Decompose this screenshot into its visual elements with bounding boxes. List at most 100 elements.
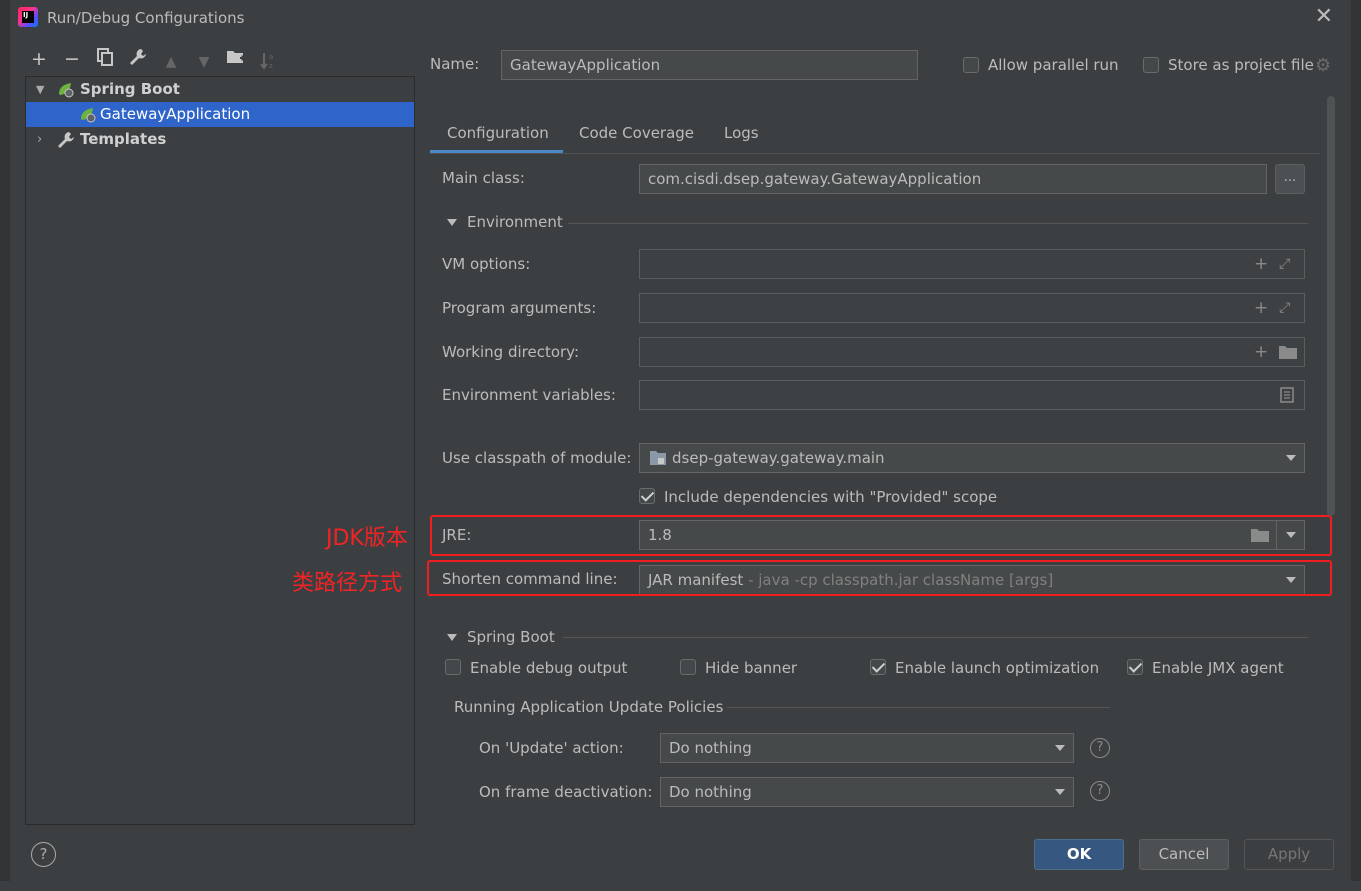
chevron-down-icon[interactable]: ▼: [36, 77, 44, 102]
ok-button[interactable]: OK: [1034, 839, 1124, 870]
on-update-value: Do nothing: [669, 739, 752, 757]
plus-icon[interactable]: +: [1254, 250, 1268, 278]
chevron-right-icon[interactable]: ›: [37, 127, 42, 152]
on-update-select[interactable]: Do nothing: [660, 733, 1074, 763]
name-label: Name:: [430, 55, 480, 73]
apply-button[interactable]: Apply: [1244, 839, 1334, 870]
background-editor-left: [0, 0, 10, 881]
include-dependencies-checkbox[interactable]: [639, 488, 655, 504]
logo-text: IJ: [22, 11, 34, 23]
close-icon[interactable]: ✕: [1315, 6, 1333, 28]
plus-icon[interactable]: +: [1254, 338, 1268, 366]
environment-section-header[interactable]: Environment: [447, 213, 563, 231]
enable-debug-checkbox[interactable]: [445, 659, 461, 675]
run-debug-dialog: IJ Run/Debug Configurations ✕ + − ▲ ▼ az…: [10, 0, 1351, 881]
spring-boot-section-header[interactable]: Spring Boot: [447, 628, 555, 646]
update-policies-title: Running Application Update Policies: [454, 698, 724, 716]
dialog-help-button[interactable]: ?: [31, 842, 56, 867]
working-directory-label: Working directory:: [442, 343, 580, 361]
chevron-down-icon: [1286, 455, 1296, 461]
svg-text:z: z: [269, 62, 273, 70]
add-configuration-button[interactable]: +: [28, 48, 50, 70]
edit-templates-button[interactable]: [127, 48, 149, 71]
remove-configuration-button[interactable]: −: [61, 48, 83, 70]
new-folder-button[interactable]: [225, 48, 247, 71]
tab-divider: [430, 153, 1320, 154]
classpath-module-value: dsep-gateway.gateway.main: [672, 449, 885, 467]
spring-boot-divider: [563, 637, 1308, 638]
plus-icon[interactable]: +: [1254, 294, 1268, 322]
update-policies-divider: [727, 707, 1110, 708]
move-down-button[interactable]: ▼: [193, 51, 215, 73]
configuration-tree: ▼ Spring Boot GatewayApplication › Templ…: [25, 76, 415, 825]
hide-banner-checkbox[interactable]: [680, 659, 696, 675]
chevron-down-icon: [1055, 745, 1065, 751]
tab-logs[interactable]: Logs: [724, 123, 759, 153]
on-frame-deactivation-label: On frame deactivation:: [479, 783, 653, 801]
wrench-icon: [130, 49, 146, 65]
classpath-module-label: Use classpath of module:: [442, 449, 632, 467]
module-icon: [650, 451, 666, 465]
expand-icon[interactable]: ⤢: [1279, 294, 1290, 322]
sort-button[interactable]: az: [258, 51, 280, 78]
main-class-input[interactable]: com.cisdi.dsep.gateway.GatewayApplicatio…: [639, 164, 1267, 194]
store-as-project-checkbox[interactable]: [1143, 57, 1159, 73]
spring-boot-section-label: Spring Boot: [467, 628, 555, 646]
title-bar: IJ Run/Debug Configurations ✕: [10, 0, 1351, 36]
enable-debug-label: Enable debug output: [470, 659, 628, 677]
dialog-title: Run/Debug Configurations: [47, 9, 245, 27]
background-status-strip: [0, 881, 1361, 891]
spring-boot-app-icon: [81, 108, 96, 123]
tree-item-label: Spring Boot: [80, 80, 180, 98]
chevron-down-icon: [1055, 789, 1065, 795]
vm-options-label: VM options:: [442, 255, 531, 273]
move-up-button[interactable]: ▲: [160, 51, 182, 73]
enable-launch-optimization-label: Enable launch optimization: [895, 659, 1100, 677]
classpath-module-select[interactable]: dsep-gateway.gateway.main: [639, 443, 1305, 473]
hide-banner-label: Hide banner: [705, 659, 798, 677]
browse-main-class-button[interactable]: ...: [1275, 164, 1305, 194]
sort-icon: az: [260, 53, 273, 70]
allow-parallel-checkbox[interactable]: [963, 57, 979, 73]
main-class-label: Main class:: [442, 169, 525, 187]
tree-item-spring-boot[interactable]: ▼ Spring Boot: [26, 77, 414, 102]
help-icon[interactable]: ?: [1090, 781, 1110, 801]
environment-section-label: Environment: [467, 213, 563, 231]
gear-icon[interactable]: ⚙: [1315, 55, 1331, 76]
enable-launch-optimization-checkbox[interactable]: [870, 659, 886, 675]
environment-divider: [568, 223, 1308, 224]
cancel-button[interactable]: Cancel: [1139, 839, 1229, 870]
triangle-down-icon: [447, 219, 457, 226]
intellij-logo-icon: IJ: [18, 7, 38, 27]
list-icon[interactable]: [1280, 387, 1294, 403]
name-input[interactable]: GatewayApplication: [501, 50, 918, 80]
copy-configuration-button[interactable]: [94, 48, 116, 72]
help-icon[interactable]: ?: [1090, 738, 1110, 758]
tree-item-label: GatewayApplication: [100, 105, 251, 123]
shorten-highlight-box: [427, 560, 1332, 596]
expand-icon[interactable]: ⤢: [1279, 250, 1290, 278]
tab-code-coverage[interactable]: Code Coverage: [579, 123, 694, 153]
tree-item-templates[interactable]: › Templates: [26, 127, 414, 152]
jdk-version-annotation: JDK版本: [326, 526, 408, 551]
working-directory-input[interactable]: +: [639, 337, 1305, 367]
include-dependencies-label: Include dependencies with "Provided" sco…: [664, 488, 998, 506]
form-scrollbar[interactable]: [1327, 96, 1335, 516]
tree-item-gateway-application[interactable]: GatewayApplication: [26, 102, 414, 127]
enable-jmx-checkbox[interactable]: [1127, 659, 1143, 675]
store-as-project-label: Store as project file: [1168, 56, 1314, 74]
vm-options-input[interactable]: + ⤢: [639, 249, 1305, 279]
on-frame-deactivation-select[interactable]: Do nothing: [660, 777, 1074, 807]
classpath-mode-annotation: 类路径方式: [292, 571, 403, 596]
folder-icon[interactable]: [1278, 344, 1298, 360]
allow-parallel-label: Allow parallel run: [988, 56, 1119, 74]
svg-text:a: a: [269, 53, 273, 61]
wrench-icon: [58, 132, 74, 148]
folder-add-icon: [227, 51, 245, 63]
spring-boot-icon: [59, 83, 74, 98]
tab-configuration[interactable]: Configuration: [430, 123, 563, 153]
enable-jmx-label: Enable JMX agent: [1152, 659, 1284, 677]
program-arguments-input[interactable]: + ⤢: [639, 293, 1305, 323]
program-arguments-label: Program arguments:: [442, 299, 597, 317]
environment-variables-input[interactable]: [639, 380, 1305, 410]
